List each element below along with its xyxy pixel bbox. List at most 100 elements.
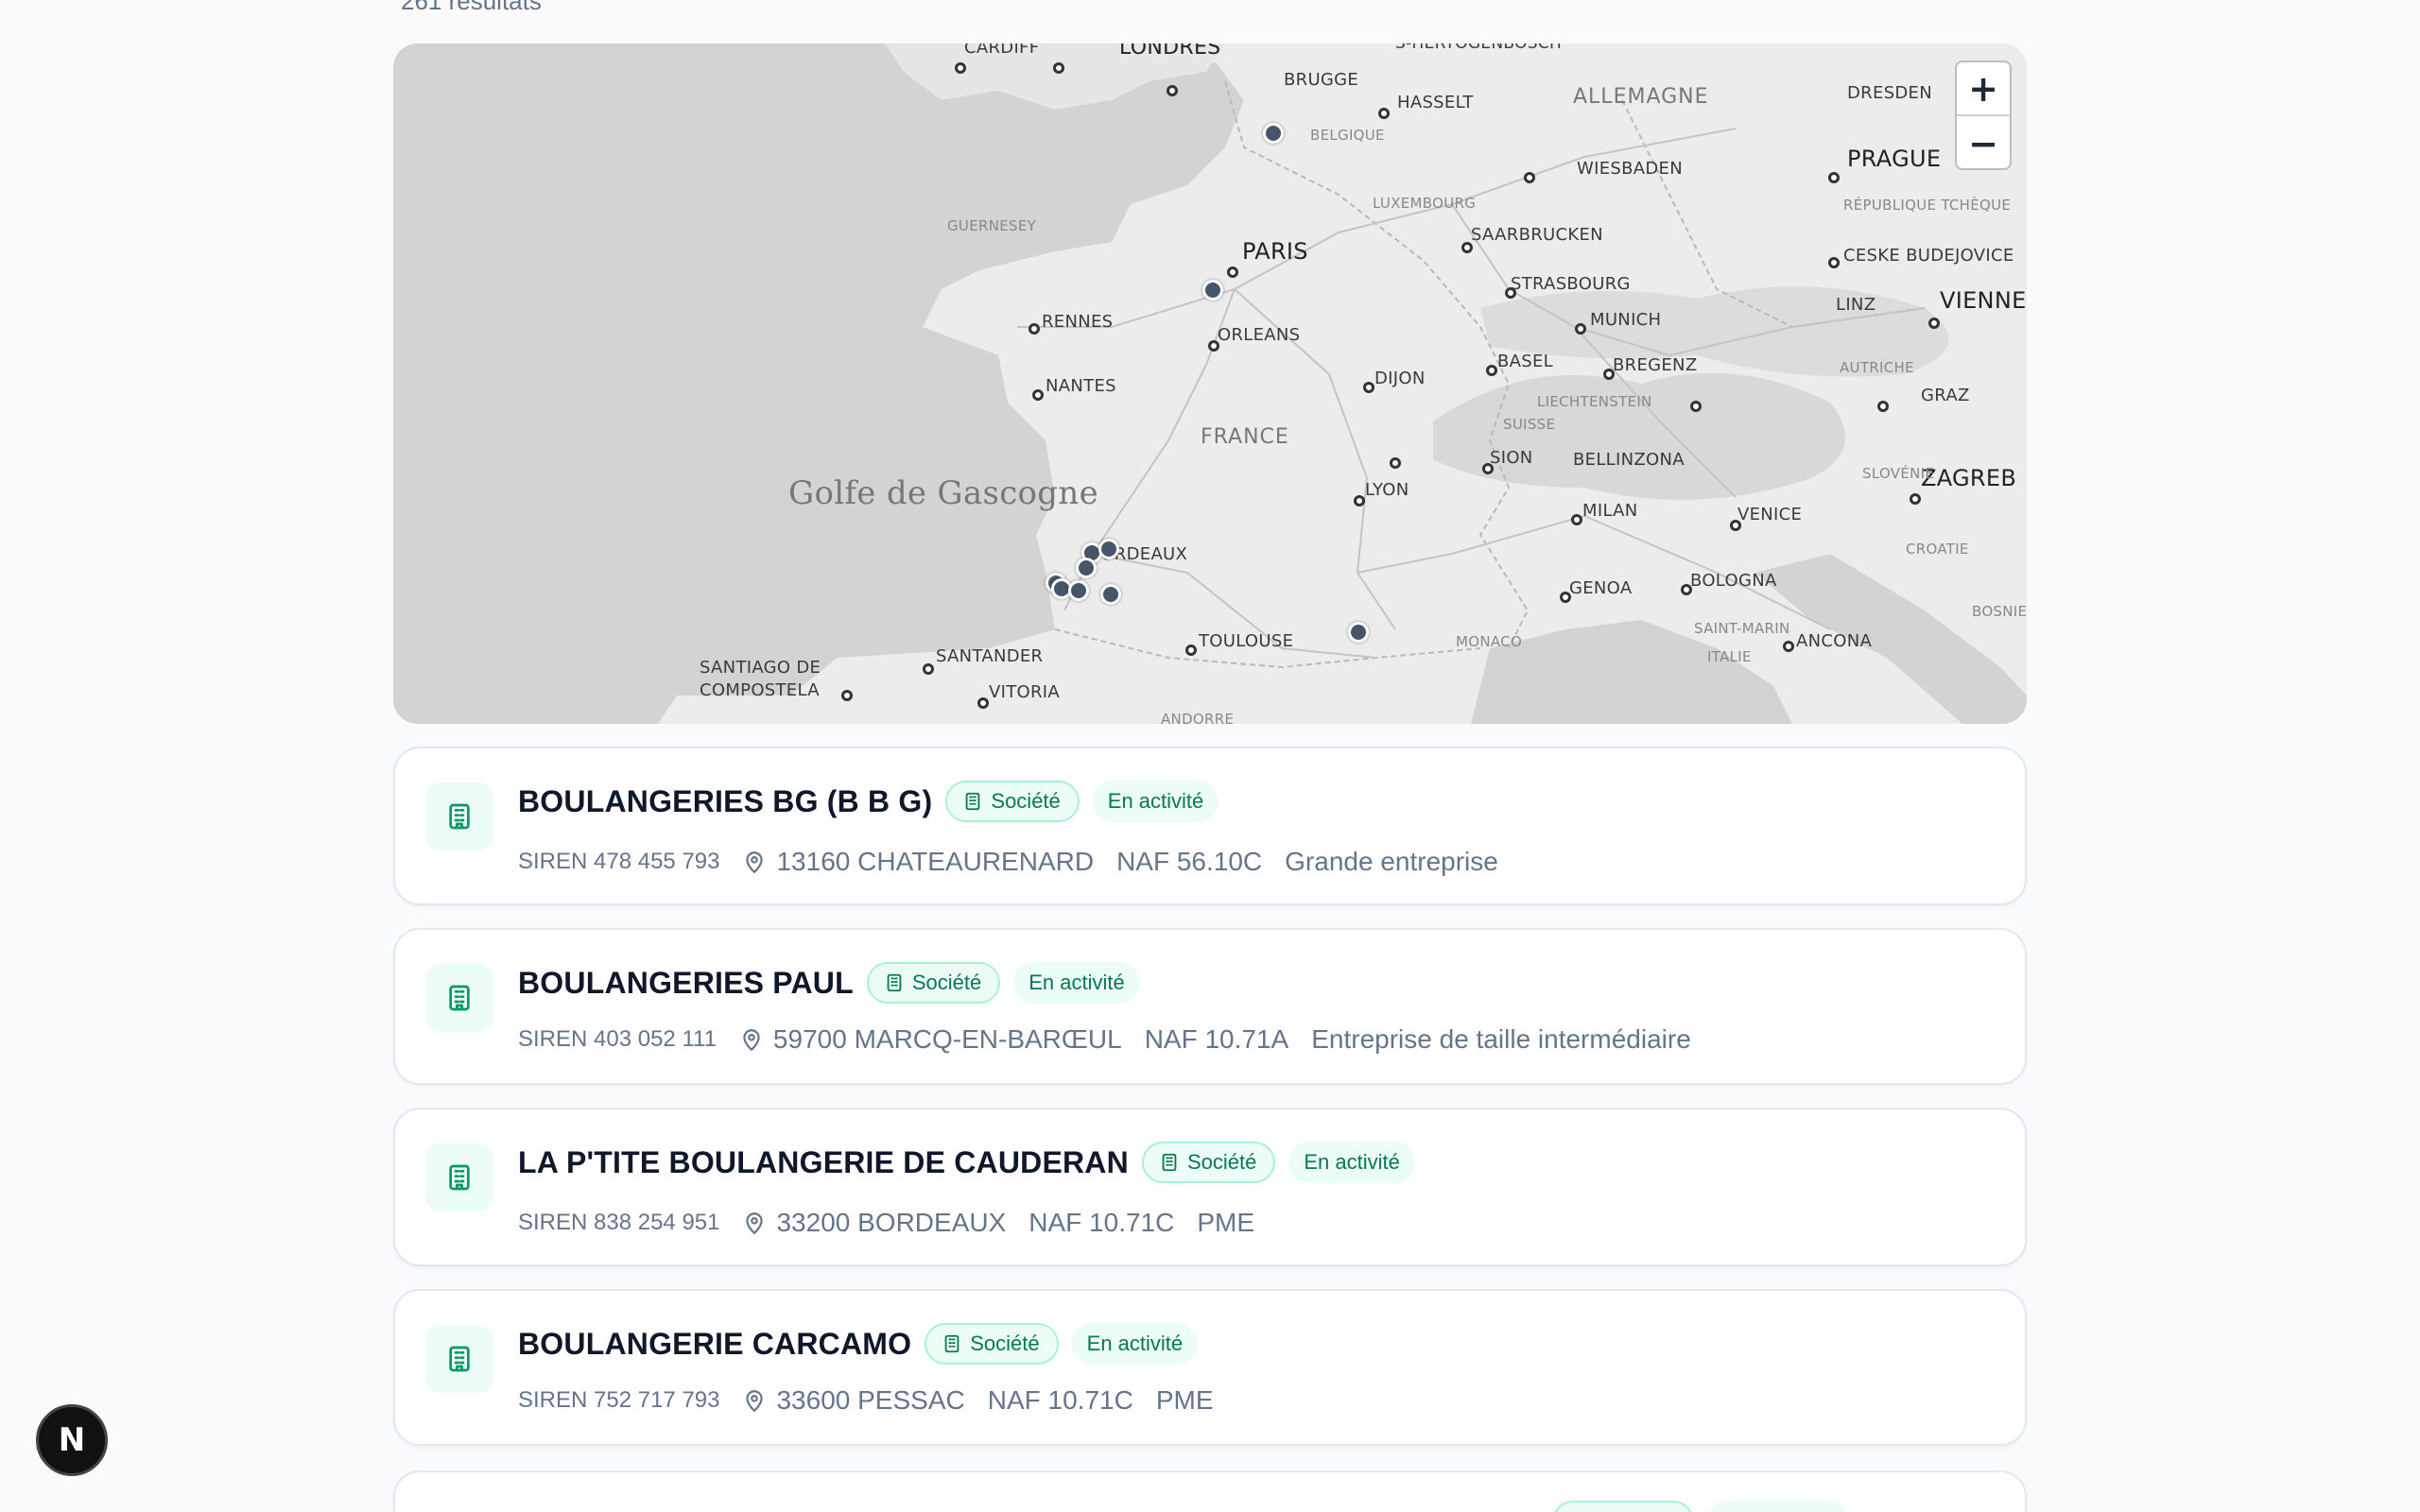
zoom-out-button[interactable]: − — [1957, 116, 2010, 168]
result-card[interactable]: BOULANGERIES PAUL Société En activité SI… — [393, 928, 2027, 1085]
result-marker[interactable] — [1068, 580, 1089, 601]
status-badge: En activité — [1071, 1323, 1199, 1365]
map-label: BOLOGNA — [1690, 571, 1777, 591]
city-dot — [923, 663, 934, 675]
results-map[interactable]: CARDIFF LONDRES BRUGGE S-HERTOGENBOSCH H… — [393, 43, 2027, 724]
building-icon — [425, 1325, 493, 1393]
city-dot — [1928, 318, 1940, 329]
city-dot — [1032, 389, 1044, 401]
company-size: Grande entreprise — [1285, 847, 1498, 876]
city-dot — [1185, 644, 1197, 656]
result-card[interactable]: BOULANGERIE CARCAMO Société En activité … — [393, 1289, 2027, 1446]
map-label: ANCONA — [1796, 631, 1873, 651]
naf-code: NAF 10.71A — [1144, 1024, 1289, 1054]
result-marker[interactable] — [1098, 539, 1119, 559]
map-label: SAARBRUCKEN — [1471, 225, 1603, 245]
map-label: GUERNESEY — [947, 217, 1037, 234]
map-label: LINZ — [1836, 295, 1876, 315]
company-name[interactable]: BOULANGERIES BG (B B G) — [518, 784, 932, 819]
building-icon — [425, 782, 493, 850]
map-pin-icon — [746, 1390, 764, 1412]
map-label: LIECHTENSTEIN — [1537, 393, 1652, 410]
result-marker[interactable] — [1100, 584, 1121, 605]
city-dot — [1783, 641, 1794, 652]
type-badge: Société — [945, 781, 1080, 822]
map-label: GENOA — [1569, 578, 1633, 598]
map-label: WIESBADEN — [1577, 159, 1683, 179]
zoom-in-button[interactable]: + — [1957, 62, 2010, 116]
city-dot — [1877, 401, 1889, 412]
map-label: CARDIFF — [964, 43, 1040, 58]
city-dot — [1524, 172, 1535, 183]
naf-code: NAF 10.71C — [987, 1385, 1133, 1415]
building-icon — [1162, 1153, 1177, 1172]
building-icon — [966, 792, 980, 811]
map-label: TOULOUSE — [1199, 631, 1294, 651]
company-name[interactable]: BOULANGERIE CARCAMO — [518, 1327, 911, 1362]
map-label: COMPOSTELA — [700, 680, 820, 700]
map-label: SANTIAGO DE — [700, 658, 821, 678]
map-label: Golfe de Gascogne — [788, 474, 1098, 512]
company-size: Entreprise de taille intermédiaire — [1311, 1024, 1691, 1054]
city-dot — [1028, 323, 1040, 335]
result-marker[interactable] — [1202, 280, 1223, 301]
building-icon — [425, 1143, 493, 1211]
map-label: LUXEMBOURG — [1373, 195, 1477, 212]
map-label: BELGIQUE — [1310, 127, 1385, 144]
city-dot — [977, 697, 989, 709]
city-dot — [1390, 457, 1401, 469]
map-label: FRANCE — [1201, 425, 1289, 449]
company-name[interactable]: LA P'TITE BOULANGERIE DE CAUDERAN — [518, 1145, 1129, 1180]
map-label: DRESDEN — [1847, 83, 1932, 103]
type-label: Société — [911, 971, 982, 994]
naf-code: NAF 10.71C — [1028, 1208, 1175, 1237]
location: 13160 CHATEAURENARD — [776, 847, 1095, 876]
map-label: NANTES — [1046, 376, 1116, 396]
city-dot — [1828, 172, 1840, 183]
map-label: LYON — [1365, 480, 1409, 500]
result-card[interactable] — [393, 1470, 2027, 1512]
company-name[interactable]: BOULANGERIES PAUL — [518, 966, 854, 1001]
zoom-control: + − — [1955, 60, 2012, 170]
company-size: PME — [1155, 1385, 1214, 1415]
map-label: BASEL — [1497, 352, 1553, 371]
city-dot — [1053, 62, 1064, 74]
city-dot — [1910, 493, 1921, 505]
result-marker[interactable] — [1076, 558, 1097, 578]
map-label: DIJON — [1374, 369, 1426, 388]
map-label: CROATIE — [1906, 541, 1969, 558]
city-dot — [1828, 257, 1840, 268]
city-dot — [1363, 382, 1374, 393]
devtools-badge[interactable]: N — [36, 1404, 108, 1476]
map-label: CESKE BUDEJOVICE — [1843, 246, 2014, 266]
type-label: Société — [991, 789, 1061, 813]
map-label: S-HERTOGENBOSCH — [1395, 43, 1563, 53]
map-label: LONDRES — [1119, 43, 1221, 60]
result-marker[interactable] — [1348, 622, 1369, 643]
map-label: AUTRICHE — [1840, 359, 1914, 376]
map-label: ALLEMAGNE — [1573, 85, 1709, 109]
map-label: PARIS — [1242, 238, 1308, 265]
map-label: ITALIE — [1707, 648, 1752, 665]
map-label: VIENNE — [1940, 287, 2027, 314]
result-card[interactable]: BOULANGERIES BG (B B G) Société En activ… — [393, 747, 2027, 905]
city-dot — [1354, 495, 1365, 507]
company-size: PME — [1197, 1208, 1255, 1237]
status-badge: En activité — [1013, 962, 1140, 1004]
building-icon — [425, 964, 493, 1032]
result-card[interactable]: LA P'TITE BOULANGERIE DE CAUDERAN Sociét… — [393, 1108, 2027, 1266]
map-label: VENICE — [1737, 505, 1803, 524]
map-label: SANTANDER — [936, 646, 1044, 666]
result-marker[interactable] — [1263, 123, 1284, 144]
city-dot — [1486, 365, 1497, 376]
city-dot — [955, 62, 966, 74]
map-label: STRASBOURG — [1511, 274, 1631, 294]
city-dot — [1690, 401, 1702, 412]
map-label: ORLEANS — [1218, 325, 1301, 345]
map-label: ZAGREB — [1921, 465, 2017, 491]
city-dot — [1167, 85, 1178, 96]
city-dot — [1227, 266, 1238, 278]
map-label: RÉPUBLIQUE TCHÈQUE — [1843, 197, 2012, 214]
building-icon — [887, 973, 902, 992]
type-badge: Société — [925, 1323, 1059, 1365]
